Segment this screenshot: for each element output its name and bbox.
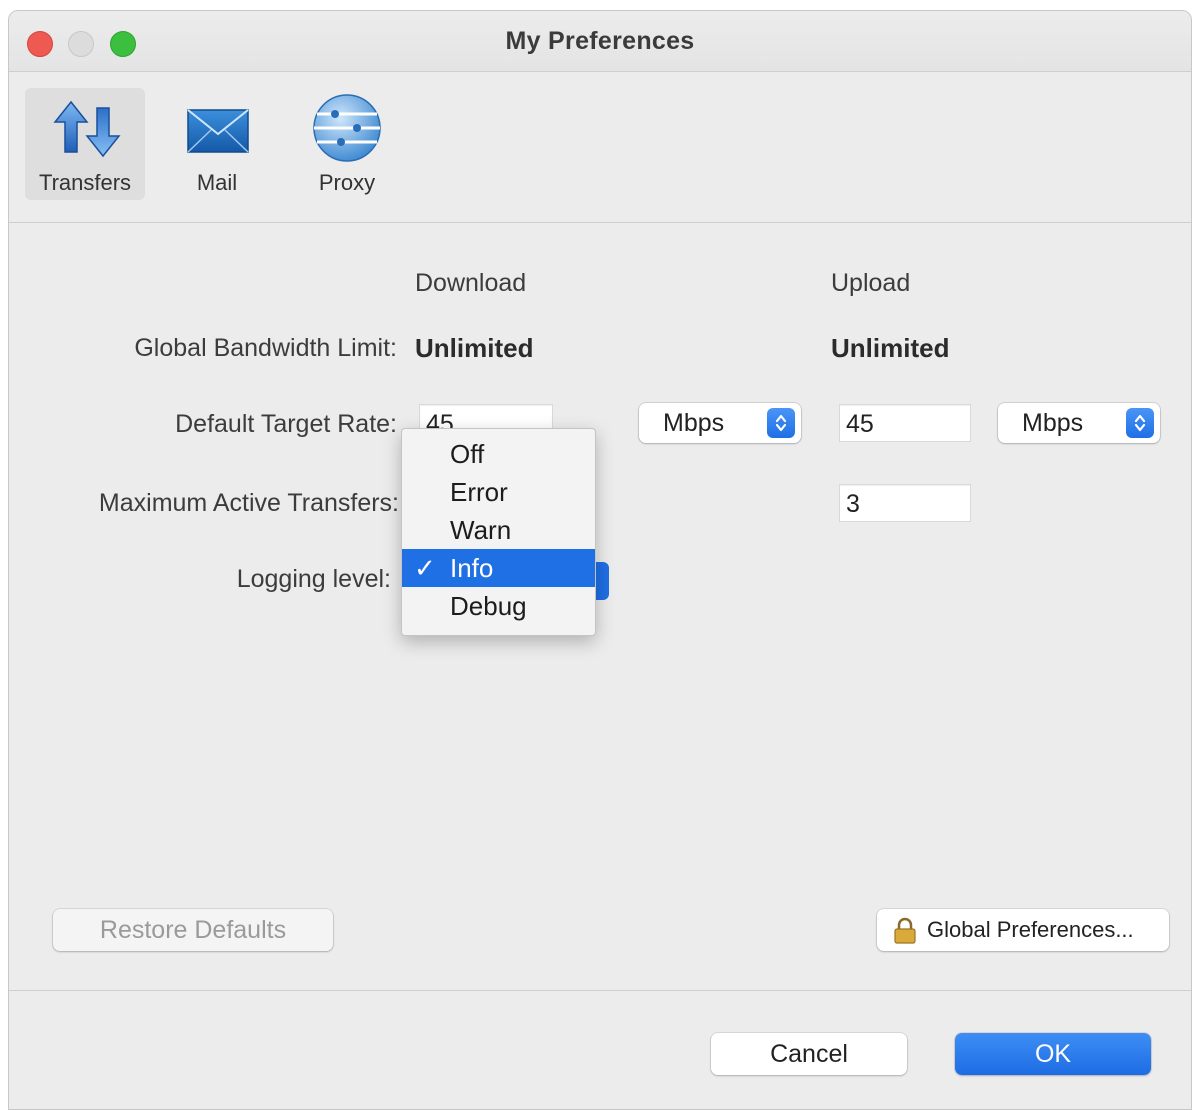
preferences-window: My Preferences Transfers Mail Proxy Down… bbox=[8, 10, 1192, 1110]
preferences-toolbar: Transfers Mail Proxy bbox=[9, 72, 1191, 223]
download-column-header: Download bbox=[415, 269, 527, 297]
menu-item-label: Error bbox=[450, 477, 508, 507]
target-rate-download-unit-select[interactable]: Mbps bbox=[639, 403, 801, 443]
logging-level-menu: Off Error Warn ✓ Info Debug bbox=[401, 428, 596, 636]
transfers-panel: Download Upload Global Bandwidth Limit: … bbox=[9, 223, 1191, 989]
lock-icon bbox=[893, 917, 917, 959]
cancel-button[interactable]: Cancel bbox=[711, 1033, 907, 1075]
target-rate-upload-unit-select[interactable]: Mbps bbox=[998, 403, 1160, 443]
select-value: Mbps bbox=[663, 409, 725, 437]
restore-defaults-button[interactable]: Restore Defaults bbox=[53, 909, 333, 951]
menu-item-label: Off bbox=[450, 439, 485, 469]
select-value: Mbps bbox=[1022, 409, 1084, 437]
toolbar-tab-label: Transfers bbox=[38, 170, 132, 195]
window-title: My Preferences bbox=[505, 27, 695, 55]
title-bar: My Preferences bbox=[9, 11, 1191, 72]
up-down-chevron-icon bbox=[1126, 408, 1154, 438]
max-active-transfers-label: Maximum Active Transfers: bbox=[98, 489, 399, 517]
max-active-upload-input[interactable]: 3 bbox=[839, 484, 971, 522]
mail-envelope-icon bbox=[157, 94, 277, 164]
proxy-globe-icon bbox=[287, 94, 407, 164]
toolbar-tab-label: Mail bbox=[196, 170, 238, 195]
toolbar-tab-mail[interactable]: Mail bbox=[157, 88, 277, 200]
menu-item-warn[interactable]: Warn bbox=[402, 511, 595, 549]
menu-item-info[interactable]: ✓ Info bbox=[402, 549, 595, 587]
global-preferences-label: Global Preferences... bbox=[927, 917, 1134, 942]
upload-column-header: Upload bbox=[831, 269, 911, 297]
toolbar-tab-transfers[interactable]: Transfers bbox=[25, 88, 145, 200]
menu-item-label: Debug bbox=[450, 591, 527, 621]
global-bandwidth-label: Global Bandwidth Limit: bbox=[134, 334, 397, 362]
up-down-chevron-icon bbox=[767, 408, 795, 438]
menu-item-label: Warn bbox=[450, 515, 512, 545]
menu-item-error[interactable]: Error bbox=[402, 473, 595, 511]
dialog-footer: Cancel OK bbox=[9, 990, 1191, 1109]
menu-item-label: Info bbox=[450, 553, 494, 583]
toolbar-tab-proxy[interactable]: Proxy bbox=[287, 88, 407, 200]
menu-item-off[interactable]: Off bbox=[402, 435, 595, 473]
toolbar-tab-label: Proxy bbox=[318, 170, 376, 195]
bandwidth-download-value: Unlimited bbox=[415, 333, 534, 363]
menu-item-debug[interactable]: Debug bbox=[402, 587, 595, 625]
default-target-rate-label: Default Target Rate: bbox=[175, 410, 397, 438]
bandwidth-upload-value: Unlimited bbox=[831, 333, 950, 363]
global-preferences-button[interactable]: Global Preferences... bbox=[877, 909, 1169, 951]
logging-level-label: Logging level: bbox=[236, 565, 391, 593]
ok-button[interactable]: OK bbox=[955, 1033, 1151, 1075]
transfers-arrows-icon bbox=[25, 94, 145, 164]
target-rate-upload-input[interactable]: 45 bbox=[839, 404, 971, 442]
checkmark-icon: ✓ bbox=[414, 553, 436, 583]
